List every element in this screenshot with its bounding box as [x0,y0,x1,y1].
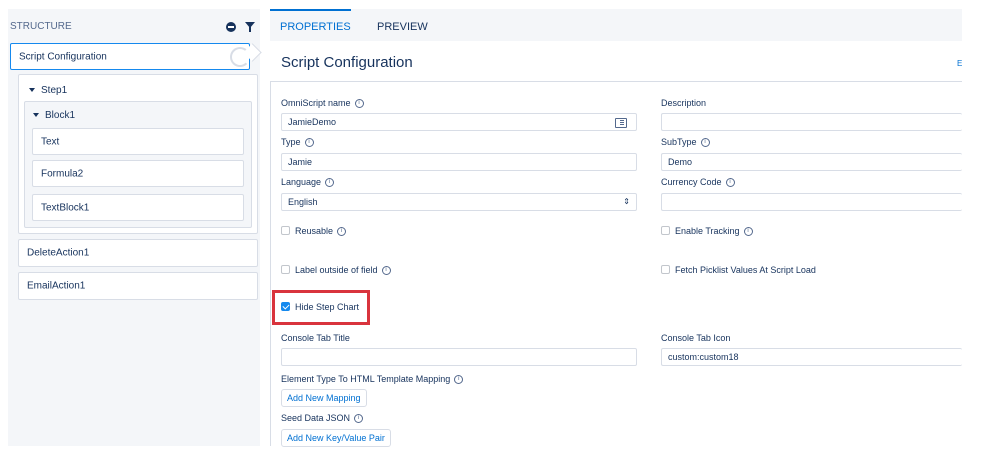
subtype-value: Demo [668,157,693,167]
fetch-picklist-checkbox[interactable] [661,265,670,274]
structure-item-label: Text [41,136,60,147]
enable-tracking-label: Enable Tracking i [675,226,753,237]
omniscript-name-value: JamieDemo [288,117,337,127]
info-icon[interactable]: i [725,178,735,188]
subtype-field[interactable]: Demo [661,153,962,171]
hide-step-chart-label: Hide Step Chart [295,302,360,312]
structure-item-textblock1[interactable]: TextBlock1 [32,194,244,221]
reusable-label: Reusable i [295,226,347,237]
language-value: English [288,197,318,207]
structure-item-formula2[interactable]: Formula2 [32,160,244,187]
tab-preview[interactable]: PREVIEW [377,21,428,33]
subtype-label: SubType i [661,137,710,148]
structure-item-deleteaction1[interactable]: DeleteAction1 [18,239,258,267]
hide-step-chart-checkbox[interactable] [281,302,290,311]
console-tab-icon-field[interactable]: custom:custom18 [661,348,962,366]
caret-down-icon[interactable] [33,113,39,118]
element-mapping-label: Element Type To HTML Template Mapping i [281,374,464,385]
structure-item-label: TextBlock1 [41,202,90,213]
structure-item-label: EmailAction1 [27,280,86,292]
properties-header: Script Configuration E [270,41,962,82]
info-icon[interactable]: i [700,138,710,148]
currency-code-field[interactable] [661,193,962,211]
active-tab-indicator [270,9,351,11]
edit-link[interactable]: E [957,59,962,68]
caret-down-icon[interactable] [29,88,35,93]
script-configuration-label: Script Configuration [19,51,107,62]
description-label: Description [661,98,707,108]
tab-properties[interactable]: PROPERTIES [280,21,351,33]
info-icon[interactable]: i [304,138,314,148]
omniscript-name-label: OmniScript name i [281,98,364,109]
type-label: Type i [281,137,314,148]
omniscript-name-field[interactable]: JamieDemo [281,113,637,131]
document-icon[interactable] [615,118,627,128]
console-tab-title-field[interactable] [281,348,637,366]
info-icon[interactable]: i [354,99,364,109]
add-new-mapping-button[interactable]: Add New Mapping [281,389,367,407]
info-icon[interactable]: i [354,414,364,424]
type-value: Jamie [288,157,313,167]
structure-item-label: Formula2 [41,168,84,179]
console-tab-icon-value: custom:custom18 [668,352,739,362]
info-icon[interactable]: i [337,227,347,237]
properties-title: Script Configuration [281,54,413,71]
script-configuration-item[interactable]: Script Configuration [10,43,250,70]
enable-tracking-checkbox[interactable] [661,226,670,235]
label-outside-label: Label outside of field i [295,265,391,276]
block-label[interactable]: Block1 [33,110,75,121]
description-field[interactable] [661,113,962,131]
add-key-value-pair-button[interactable]: Add New Key/Value Pair [281,429,391,447]
seed-data-label: Seed Data JSON i [281,413,364,424]
step-label[interactable]: Step1 [29,85,67,96]
structure-item-emailaction1[interactable]: EmailAction1 [18,272,258,300]
console-tab-title-label: Console Tab Title [281,333,350,343]
step-name: Step1 [41,85,68,96]
filter-icon[interactable] [245,22,255,32]
label-outside-checkbox[interactable] [281,265,290,274]
info-icon[interactable]: i [325,178,335,188]
structure-header: STRUCTURE [8,9,260,41]
properties-panel [270,41,963,446]
fetch-picklist-label: Fetch Picklist Values At Script Load [675,265,816,275]
info-icon[interactable]: i [454,375,464,385]
block-name: Block1 [45,110,76,121]
info-icon[interactable]: i [743,227,753,237]
structure-item-label: DeleteAction1 [27,247,90,259]
collapse-all-icon[interactable] [226,22,236,32]
language-select[interactable]: English ⇕ [281,193,637,211]
select-arrows-icon: ⇕ [623,197,630,206]
info-icon[interactable]: i [381,266,391,276]
structure-item-text[interactable]: Text [32,128,244,155]
type-field[interactable]: Jamie [281,153,637,171]
reusable-checkbox[interactable] [281,226,290,235]
structure-title: STRUCTURE [10,21,72,32]
currency-code-label: Currency Code i [661,177,735,188]
console-tab-icon-label: Console Tab Icon [661,333,731,343]
language-label: Language i [281,177,335,188]
tab-bar: PROPERTIES PREVIEW [270,9,962,41]
